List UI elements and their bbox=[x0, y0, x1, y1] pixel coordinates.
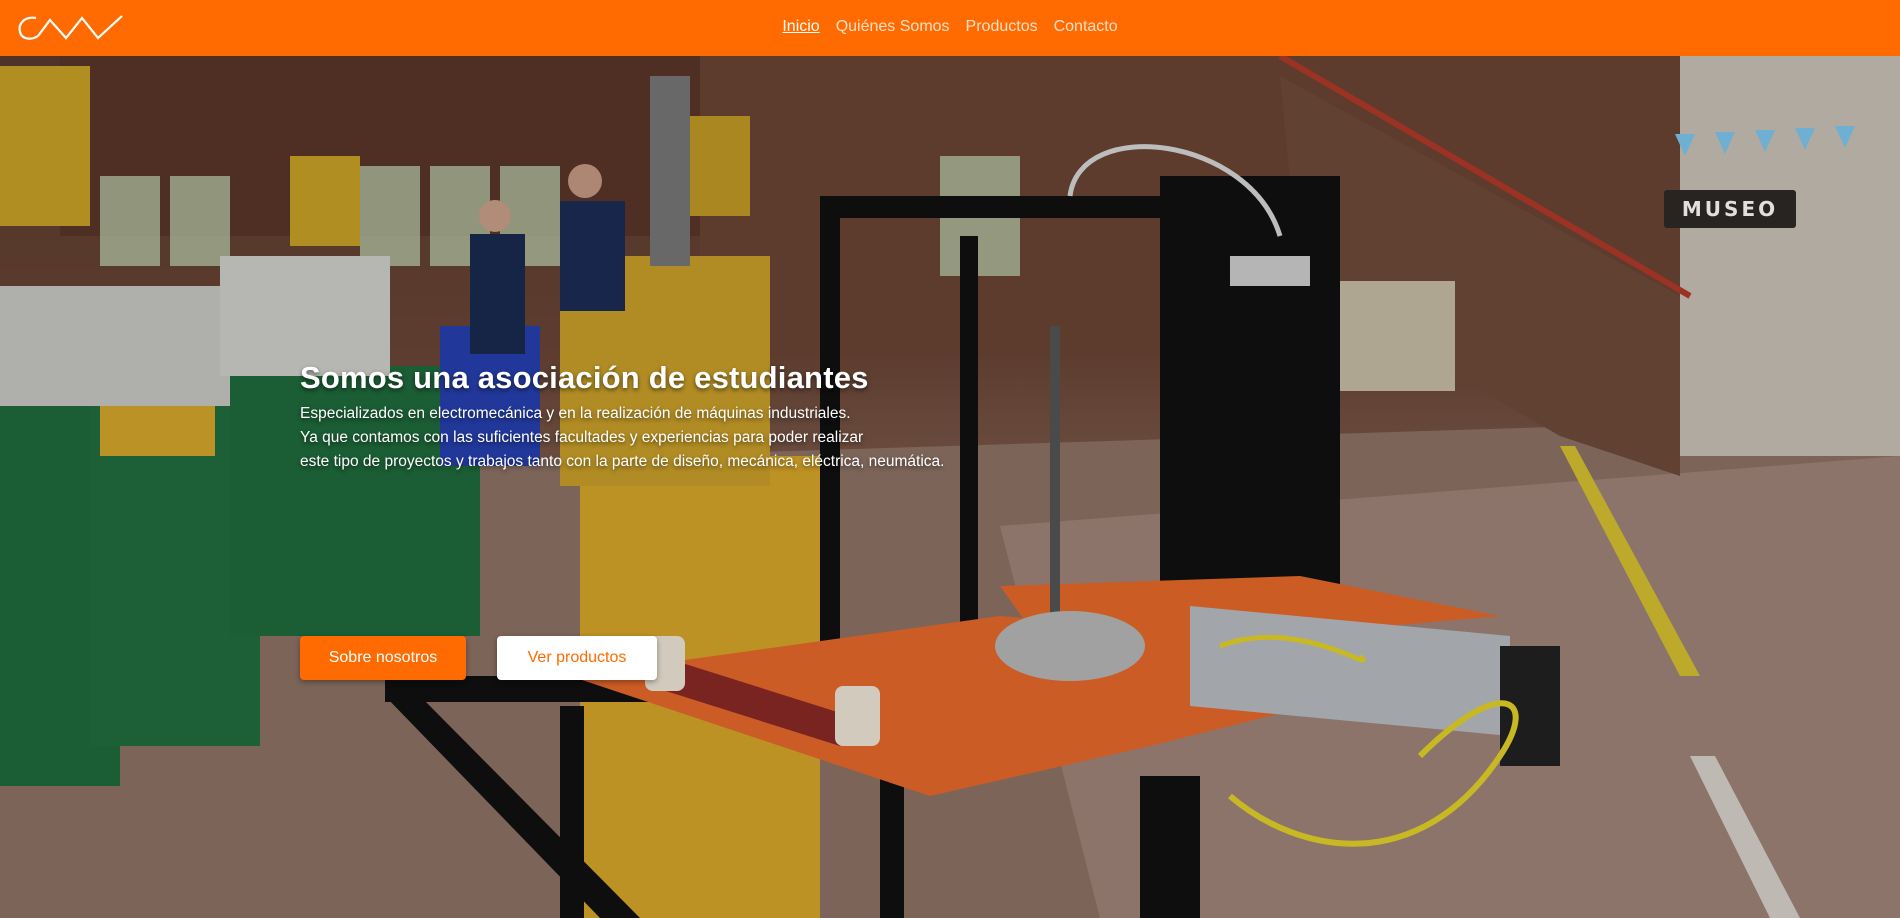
hero-description-line: Ya que contamos con las suficientes facu… bbox=[300, 429, 864, 446]
nav-link-contacto[interactable]: Contacto bbox=[1054, 17, 1118, 37]
nav-link-inicio[interactable]: Inicio bbox=[782, 17, 819, 37]
sobre-nosotros-button[interactable]: Sobre nosotros bbox=[300, 636, 466, 680]
hero-description-line: este tipo de proyectos y trabajos tanto … bbox=[300, 453, 945, 470]
ver-productos-button[interactable]: Ver productos bbox=[497, 636, 657, 680]
hero-description: Especializados en electromecánica y en l… bbox=[300, 402, 1000, 474]
nav-link-productos[interactable]: Productos bbox=[966, 17, 1038, 37]
navbar: Inicio Quiénes Somos Productos Contacto bbox=[0, 0, 1900, 56]
workshop-background-image: MUSEO bbox=[0, 56, 1900, 918]
hero-text-block: Somos una asociación de estudiantes Espe… bbox=[300, 358, 1000, 474]
nav-menu: Inicio Quiénes Somos Productos Contacto bbox=[0, 17, 1900, 37]
hero-title: Somos una asociación de estudiantes bbox=[300, 360, 869, 395]
hero-section: MUSEO Somos una asociación de estudiante… bbox=[0, 56, 1900, 918]
nav-link-quienes-somos[interactable]: Quiénes Somos bbox=[836, 17, 950, 37]
hero-description-line: Especializados en electromecánica y en l… bbox=[300, 405, 851, 422]
